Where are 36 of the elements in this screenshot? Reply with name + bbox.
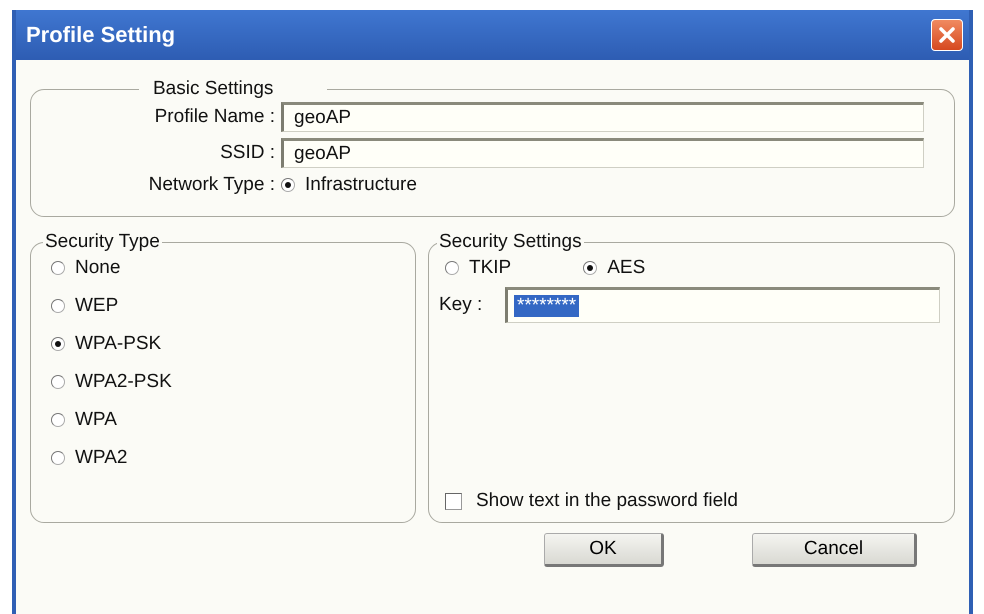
radio-option[interactable]: Infrastructure — [281, 174, 417, 196]
password-text: ******** — [514, 295, 580, 317]
text-field[interactable]: geoAP — [281, 138, 924, 168]
checkbox[interactable] — [445, 492, 462, 510]
radio-option[interactable]: None — [51, 257, 401, 279]
text-field[interactable]: geoAP — [281, 102, 924, 132]
radio-button[interactable] — [445, 261, 459, 275]
radio-option[interactable]: WPA-PSK — [51, 333, 401, 355]
radio-button[interactable] — [583, 261, 598, 275]
checkbox-option[interactable]: Show text in the password field — [445, 490, 944, 512]
group-title: Security Settings — [438, 231, 583, 253]
radio-button[interactable] — [281, 178, 295, 192]
radio-option[interactable]: WPA2-PSK — [51, 371, 401, 393]
group-title: Security Type — [44, 231, 161, 253]
close-icon — [936, 24, 958, 46]
dialog-button[interactable]: OK — [544, 533, 664, 567]
field-label: Profile Name : — [154, 106, 275, 128]
radio-option[interactable]: AES — [583, 257, 646, 279]
window-title: Profile Setting — [26, 22, 176, 48]
radio-button[interactable] — [51, 451, 65, 465]
field-label: Key : — [439, 294, 484, 316]
field-label: SSID : — [219, 142, 275, 164]
radio-button[interactable] — [51, 413, 65, 427]
radio-button[interactable] — [51, 337, 65, 351]
radio-option[interactable]: WEP — [51, 295, 401, 317]
field-label: Network Type : — [148, 174, 275, 196]
password-field[interactable]: ******** — [505, 287, 940, 323]
radio-button[interactable] — [51, 261, 65, 275]
group-title: Basic Settings — [152, 78, 274, 100]
radio-option[interactable]: WPA2 — [51, 447, 401, 469]
radio-option[interactable]: TKIP — [445, 257, 512, 279]
close-button[interactable] — [931, 19, 963, 51]
dialog-button[interactable]: Cancel — [752, 533, 917, 567]
radio-button[interactable] — [51, 375, 65, 389]
radio-option[interactable]: WPA — [51, 409, 401, 431]
radio-button[interactable] — [51, 299, 65, 313]
